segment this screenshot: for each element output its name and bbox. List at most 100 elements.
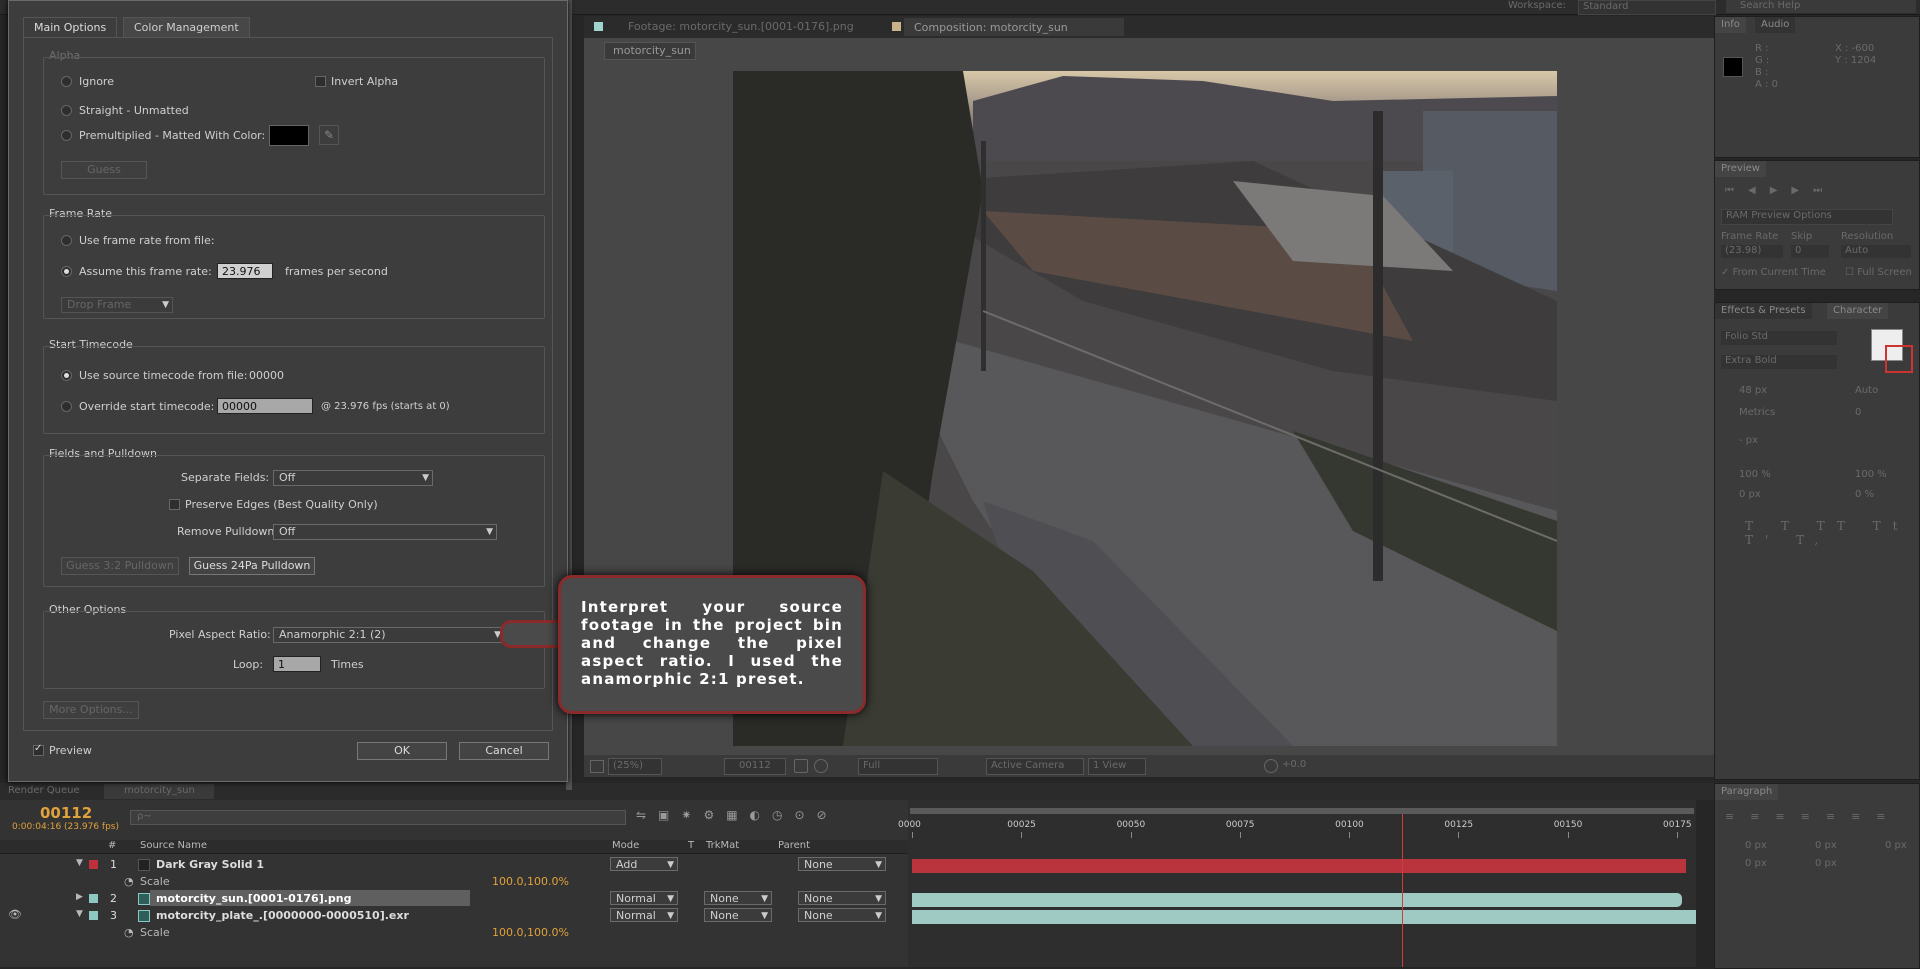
layer-bar-png[interactable] bbox=[912, 893, 1682, 907]
stroke-width-value[interactable]: - px bbox=[1739, 435, 1758, 446]
horizontal-scale-value[interactable]: 100 % bbox=[1855, 469, 1887, 480]
alignment-buttons[interactable]: ≡≡≡≡≡≡≡ bbox=[1725, 810, 1902, 823]
zoom-select[interactable]: (25%) bbox=[608, 758, 662, 775]
drop-frame-select[interactable]: Drop Frame ▼ bbox=[61, 297, 173, 313]
tab-composition[interactable]: Composition: motorcity_sun bbox=[904, 18, 1124, 36]
tab-character[interactable]: Character bbox=[1827, 303, 1889, 319]
font-size-value[interactable]: 48 px bbox=[1739, 385, 1767, 396]
override-timecode-input[interactable]: 00000 bbox=[217, 398, 313, 414]
layer-bar-exr[interactable] bbox=[912, 910, 1696, 924]
resolution-select[interactable]: Full bbox=[858, 758, 938, 775]
layer-name[interactable]: Dark Gray Solid 1 bbox=[156, 858, 264, 871]
layer-name[interactable]: motorcity_sun.[0001-0176].png bbox=[156, 892, 351, 905]
invert-alpha-checkbox[interactable] bbox=[315, 76, 326, 87]
tab-footage[interactable]: Footage: motorcity_sun.[0001-0176].png bbox=[628, 20, 854, 33]
alpha-straight-radio[interactable] bbox=[61, 105, 72, 116]
remove-pulldown-select[interactable]: Off ▼ bbox=[273, 524, 497, 540]
more-options-button[interactable]: More Options... bbox=[43, 701, 139, 719]
tab-render-queue[interactable]: Render Queue bbox=[8, 785, 80, 796]
full-screen-checkbox[interactable]: ☐ Full Screen bbox=[1845, 267, 1912, 278]
preview-skip-select[interactable]: 0 bbox=[1791, 245, 1829, 258]
alpha-ignore-radio[interactable] bbox=[61, 76, 72, 87]
frame-rate-from-file-radio[interactable] bbox=[61, 235, 72, 246]
label-color-icon[interactable] bbox=[89, 860, 98, 869]
work-area-bar[interactable] bbox=[910, 808, 1694, 814]
tab-audio[interactable]: Audio bbox=[1755, 17, 1796, 33]
twirl-closed-icon[interactable]: ▶ bbox=[76, 892, 83, 902]
camera-select[interactable]: Active Camera bbox=[986, 758, 1084, 775]
trkmat-select[interactable]: None ▼ bbox=[704, 908, 772, 922]
guess-32-pulldown-button[interactable]: Guess 3:2 Pulldown bbox=[61, 557, 179, 575]
stroke-color-swatch[interactable] bbox=[1885, 345, 1913, 373]
property-value[interactable]: 100.0,100.0% bbox=[492, 875, 569, 888]
separate-fields-select[interactable]: Off ▼ bbox=[273, 470, 433, 486]
indent-left-value[interactable]: 0 px bbox=[1745, 840, 1767, 851]
override-timecode-radio[interactable] bbox=[61, 401, 72, 412]
space-before-value[interactable]: 0 px bbox=[1745, 858, 1767, 869]
preview-checkbox[interactable]: ✓ bbox=[33, 743, 44, 756]
parent-select[interactable]: None ▼ bbox=[798, 908, 886, 922]
indent-right-value[interactable]: 0 px bbox=[1885, 840, 1907, 851]
layer-bar-solid[interactable] bbox=[912, 859, 1686, 873]
layer-row[interactable]: ▶ 2 motorcity_sun.[0001-0176].png Normal… bbox=[0, 890, 908, 907]
timeline-graph[interactable]: 0000 00025 00050 00075 00100 00125 00150 00175 bbox=[898, 800, 1696, 967]
preserve-edges-checkbox[interactable] bbox=[169, 499, 180, 510]
label-color-icon[interactable] bbox=[89, 894, 98, 903]
property-value[interactable]: 100.0,100.0% bbox=[492, 926, 569, 939]
layer-row[interactable]: 👁 ▼ 3 motorcity_plate_.[0000000-0000510]… bbox=[0, 907, 908, 924]
breadcrumb[interactable]: motorcity_sun bbox=[604, 42, 696, 60]
layer-row[interactable]: ▼ 1 Dark Gray Solid 1 Add ▼ None ▼ bbox=[0, 856, 908, 873]
tab-color-management[interactable]: Color Management bbox=[123, 17, 250, 38]
loop-input[interactable]: 1 bbox=[273, 656, 321, 672]
property-row[interactable]: ◔ Scale 100.0,100.0% bbox=[0, 924, 908, 941]
tracking-value[interactable]: 0 bbox=[1855, 407, 1861, 418]
eyedropper-icon[interactable]: ✎ bbox=[319, 125, 339, 145]
frame-rate-input[interactable]: 23.976 bbox=[217, 263, 273, 279]
trkmat-select[interactable]: None ▼ bbox=[704, 891, 772, 905]
blend-mode-select[interactable]: Normal ▼ bbox=[610, 891, 678, 905]
from-current-time-checkbox[interactable]: ✓ From Current Time bbox=[1721, 267, 1826, 278]
always-preview-icon[interactable] bbox=[590, 760, 604, 773]
faux-style-buttons[interactable]: T T TT Tt T' T, bbox=[1745, 519, 1919, 547]
twirl-open-icon[interactable]: ▼ bbox=[76, 858, 83, 868]
matte-color-swatch[interactable] bbox=[269, 125, 309, 146]
parent-select[interactable]: None ▼ bbox=[798, 891, 886, 905]
stopwatch-icon[interactable]: ◔ bbox=[124, 875, 134, 888]
assume-frame-rate-radio[interactable] bbox=[61, 266, 72, 277]
guess-alpha-button[interactable]: Guess bbox=[61, 161, 147, 179]
layer-search-input[interactable]: ρ~ bbox=[130, 810, 626, 825]
space-after-value[interactable]: 0 px bbox=[1815, 858, 1837, 869]
indent-first-value[interactable]: 0 px bbox=[1815, 840, 1837, 851]
exposure-value[interactable]: +0.0 bbox=[1282, 759, 1306, 770]
cancel-button[interactable]: Cancel bbox=[459, 742, 549, 760]
font-family-select[interactable]: Folio Std bbox=[1721, 331, 1837, 345]
timeline-switch-icons[interactable]: ⇋▣✷⚙▦◐◷⊙⊘ bbox=[636, 808, 886, 826]
exposure-icon[interactable] bbox=[1264, 759, 1278, 773]
tab-main-options[interactable]: Main Options bbox=[23, 17, 118, 38]
tab-effects-presets[interactable]: Effects & Presets bbox=[1715, 303, 1812, 319]
current-frame-field[interactable]: 00112 bbox=[724, 758, 786, 775]
preview-frame-rate-select[interactable]: (23.98) bbox=[1721, 245, 1783, 258]
blend-mode-select[interactable]: Normal ▼ bbox=[610, 908, 678, 922]
guess-24pa-pulldown-button[interactable]: Guess 24Pa Pulldown bbox=[189, 557, 315, 575]
leading-value[interactable]: Auto bbox=[1855, 385, 1878, 396]
current-timecode[interactable]: 00112 bbox=[40, 804, 92, 822]
font-style-select[interactable]: Extra Bold bbox=[1721, 355, 1837, 369]
eye-icon[interactable]: 👁 bbox=[8, 908, 22, 921]
workspace-select[interactable]: Standard bbox=[1578, 0, 1716, 15]
ok-button[interactable]: OK bbox=[357, 742, 447, 760]
label-color-icon[interactable] bbox=[89, 911, 98, 920]
vertical-scale-value[interactable]: 100 % bbox=[1739, 469, 1771, 480]
ram-preview-select[interactable]: RAM Preview Options bbox=[1721, 209, 1893, 225]
stopwatch-icon[interactable]: ◔ bbox=[124, 926, 134, 939]
use-source-timecode-radio[interactable] bbox=[61, 370, 72, 381]
blend-mode-select[interactable]: Add ▼ bbox=[610, 857, 678, 871]
preview-resolution-select[interactable]: Auto bbox=[1841, 245, 1911, 258]
property-row[interactable]: ◔ Scale 100.0,100.0% bbox=[0, 873, 908, 890]
baseline-shift-value[interactable]: 0 px bbox=[1739, 489, 1761, 500]
playback-controls[interactable]: ⏮◀▶▶⏭ bbox=[1725, 185, 1915, 199]
twirl-open-icon[interactable]: ▼ bbox=[76, 909, 83, 919]
show-channel-icon[interactable] bbox=[814, 759, 828, 773]
kerning-value[interactable]: Metrics bbox=[1739, 407, 1775, 418]
search-help-input[interactable]: Search Help bbox=[1726, 0, 1916, 13]
